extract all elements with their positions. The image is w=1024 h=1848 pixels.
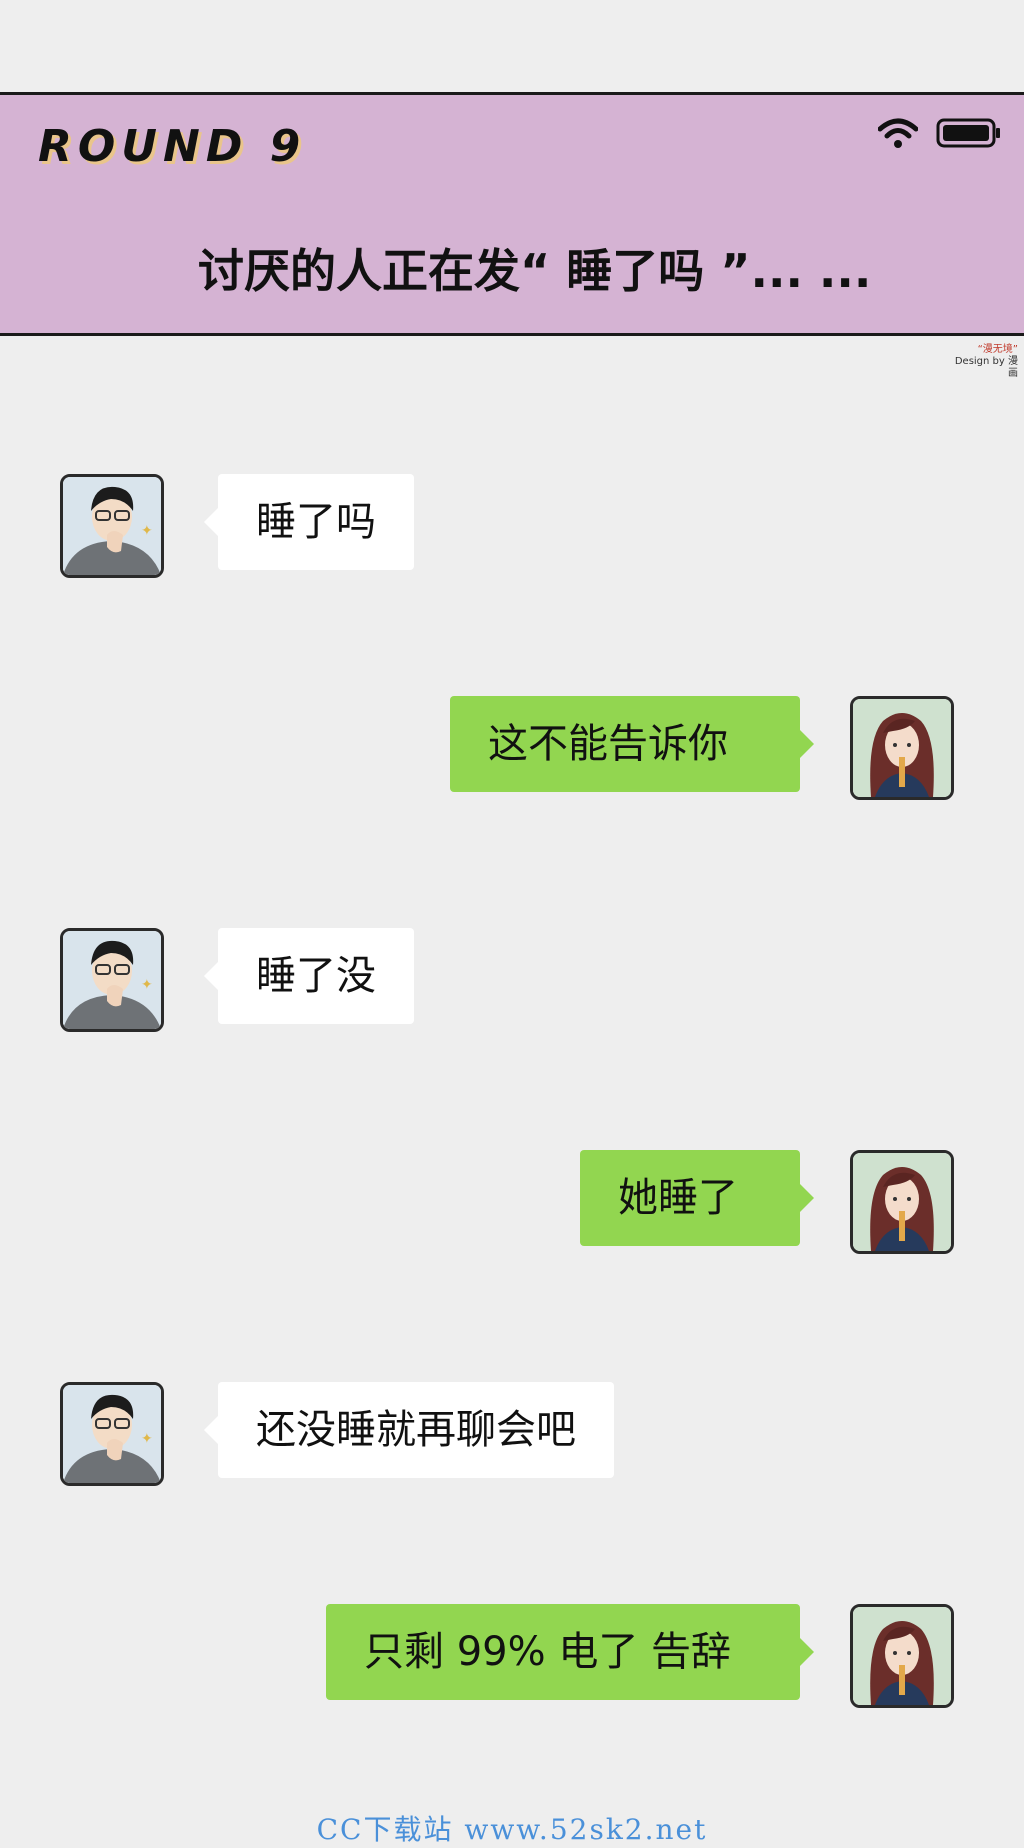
chat-message: 她睡了 [0, 1150, 1024, 1260]
chat-message: ✦ 睡了吗 [0, 474, 1024, 584]
chat-message: ✦ 睡了没 [0, 928, 1024, 1038]
female-avatar[interactable] [850, 1604, 954, 1708]
round-label: ROUND 9 [38, 121, 307, 172]
message-bubble-received: 睡了没 [204, 928, 414, 1024]
svg-text:✦: ✦ [141, 1431, 153, 1447]
battery-icon [936, 117, 1002, 153]
message-bubble-received: 还没睡就再聊会吧 [204, 1382, 614, 1478]
header-title: 讨厌的人正在发“ 睡了吗 ”... ... [198, 244, 872, 298]
chat-message: ✦ 还没睡就再聊会吧 [0, 1382, 1024, 1492]
male-avatar[interactable]: ✦ [60, 1382, 164, 1486]
svg-text:✦: ✦ [141, 523, 153, 539]
male-avatar[interactable]: ✦ [60, 474, 164, 578]
female-avatar[interactable] [850, 1150, 954, 1254]
site-watermark: CC下载站 www.52sk2.net [316, 1813, 708, 1846]
header-bar: ROUND 9 讨厌的人正在发“ 睡了吗 ”... ... [0, 92, 1024, 336]
status-icons [877, 117, 1002, 153]
wifi-icon [877, 117, 919, 153]
watermark-logo: “漫无境” Design by 漫画 [954, 344, 1018, 379]
message-bubble-sent: 这不能告诉你 [450, 696, 814, 792]
svg-text:✦: ✦ [141, 977, 153, 993]
message-bubble-received: 睡了吗 [204, 474, 414, 570]
chat-message: 这不能告诉你 [0, 696, 1024, 806]
male-avatar[interactable]: ✦ [60, 928, 164, 1032]
message-bubble-sent: 她睡了 [580, 1150, 814, 1246]
chat-message: 只剩 99% 电了 告辞 [0, 1604, 1024, 1714]
message-bubble-sent: 只剩 99% 电了 告辞 [326, 1604, 814, 1700]
female-avatar[interactable] [850, 696, 954, 800]
